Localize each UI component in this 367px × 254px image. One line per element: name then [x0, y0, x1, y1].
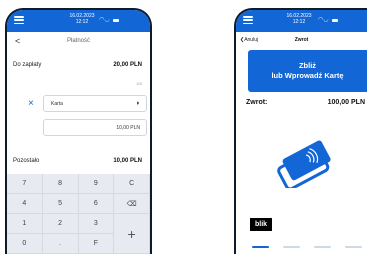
banner-line-2: lub Wprowadź Kartę	[271, 71, 344, 80]
refund-amount-row: Zwrot: 100,00 PLN	[246, 99, 365, 106]
refund-label: Zwrot:	[246, 99, 268, 106]
key-4[interactable]: 4	[7, 194, 43, 214]
blik-logo: blik	[250, 218, 272, 231]
amount-input-value: 10,00 PLN	[116, 124, 140, 131]
key-7[interactable]: 7	[7, 174, 43, 194]
key-8[interactable]: 8	[42, 174, 79, 194]
refund-value: 100,00 PLN	[327, 99, 365, 106]
battery-icon	[332, 18, 339, 22]
contactless-icon: ◗	[135, 100, 140, 107]
key-3[interactable]: 3	[78, 214, 115, 234]
page-dot-active[interactable]	[252, 246, 269, 248]
key-6[interactable]: 6	[78, 194, 115, 214]
key-0[interactable]: 0	[7, 234, 43, 254]
contactless-card-icon	[277, 140, 331, 188]
menu-icon[interactable]	[14, 16, 24, 24]
refund-phone-screen: 16.02.2023 12:12 ◠◡ ❮Anuluj Zwrot Zbliż …	[234, 8, 367, 254]
screen-header: < Płatność	[7, 32, 150, 50]
remaining-label: Pozostało	[13, 158, 40, 164]
status-datetime: 16.02.2023 12:12	[67, 13, 97, 25]
status-time: 12:12	[75, 19, 89, 25]
page-title: Płatność	[66, 38, 90, 44]
page-dot[interactable]	[314, 246, 331, 248]
key-clear[interactable]: C	[114, 174, 150, 194]
key-5[interactable]: 5	[42, 194, 79, 214]
present-card-banner: Zbliż lub Wprowadź Kartę	[248, 50, 367, 92]
payment-method-label: Karta	[51, 100, 63, 107]
payment-phone-screen: 16.02.2023 12:12 ◠◡ < Płatność Do zapłat…	[5, 8, 152, 254]
amount-due-row: Do zapłaty 20,00 PLN	[13, 62, 142, 68]
status-datetime: 16.02.2023 12:12	[284, 13, 314, 25]
key-decimal[interactable]: .	[42, 234, 79, 254]
banner-line-1: Zbliż	[298, 61, 317, 70]
status-bar: 16.02.2023 12:12 ◠◡	[7, 10, 150, 32]
contactless-status-icon: ◠◡	[99, 17, 110, 23]
amount-due-value: 20,00 PLN	[113, 62, 142, 68]
contactless-status-icon: ◠◡	[318, 17, 329, 23]
key-f[interactable]: F	[78, 234, 115, 254]
key-plus[interactable]: +	[114, 214, 150, 254]
key-9[interactable]: 9	[78, 174, 115, 194]
remaining-row: Pozostało 10,00 PLN	[13, 158, 142, 164]
remove-method-icon[interactable]: ×	[28, 98, 34, 109]
screen-header: ❮Anuluj Zwrot	[236, 32, 367, 48]
page-dot[interactable]	[345, 246, 362, 248]
status-icons: ◠◡	[99, 17, 120, 23]
backspace-key-icon[interactable]: ⌫	[114, 194, 150, 214]
key-1[interactable]: 1	[7, 214, 43, 234]
counter-hint: 8/8	[136, 81, 142, 86]
amount-due-label: Do zapłaty	[13, 62, 42, 68]
key-2[interactable]: 2	[42, 214, 79, 234]
status-bar: 16.02.2023 12:12 ◠◡	[236, 10, 367, 32]
page-dot[interactable]	[283, 246, 300, 248]
page-title: Zwrot	[294, 37, 309, 43]
status-icons: ◠◡	[318, 17, 339, 23]
menu-icon[interactable]	[243, 16, 253, 24]
payment-method-field[interactable]: Karta ◗	[43, 95, 147, 112]
page-indicator	[252, 246, 362, 248]
numeric-keypad: 7 8 9 C 4 5 6 ⌫ 1 2 3 + 0 . F	[7, 174, 150, 254]
status-time: 12:12	[292, 19, 306, 25]
battery-icon	[113, 18, 120, 22]
amount-input[interactable]: 10,00 PLN	[43, 119, 147, 136]
remaining-value: 10,00 PLN	[113, 158, 142, 164]
